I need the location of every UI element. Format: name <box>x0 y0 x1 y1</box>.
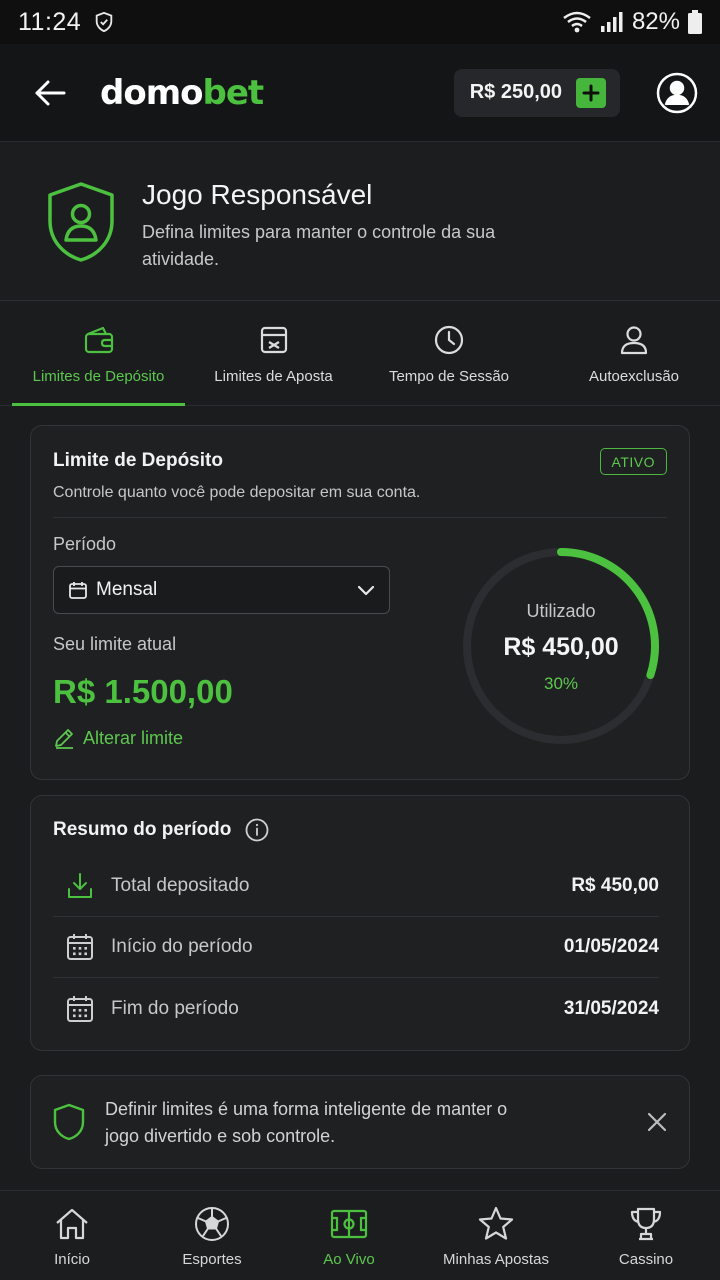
battery-level: 82% <box>631 8 680 35</box>
status-bar: 11:24 82% <box>0 0 720 44</box>
info-icon[interactable] <box>245 818 269 842</box>
period-select[interactable]: Mensal <box>53 566 390 614</box>
download-icon <box>68 873 92 898</box>
deposit-limit-card: Limite de Depósito ATIVO Controle quanto… <box>30 425 690 780</box>
period-value: Mensal <box>96 579 158 600</box>
deposit-limit-subtitle: Controle quanto você pode depositar em s… <box>53 484 421 501</box>
clock-icon <box>434 325 464 355</box>
responsible-gaming-hero: Jogo Responsável Defina limites para man… <box>0 143 720 301</box>
current-limit-value: R$ 1.500,00 <box>53 673 233 710</box>
status-badge: ATIVO <box>599 448 667 475</box>
deposit-limit-title: Limite de Depósito <box>53 450 223 471</box>
brand-logo[interactable]: domobet <box>100 73 264 113</box>
tab-bet-limits[interactable]: Limites de Aposta <box>197 302 350 405</box>
home-icon <box>56 1208 88 1240</box>
shield-user-icon <box>48 182 114 262</box>
used-value: R$ 450,00 <box>503 633 619 661</box>
ticket-icon <box>260 326 287 354</box>
limit-tabs: Limites de Depósito Limites de Aposta Te… <box>0 302 720 406</box>
summary-row-start: Início do período 01/05/2024 <box>53 917 659 978</box>
period-label: Período <box>53 534 117 554</box>
summary-label: Início do período <box>111 936 253 957</box>
nav-home[interactable]: Início <box>22 1191 122 1280</box>
used-percent: 30% <box>543 674 579 693</box>
wifi-icon <box>563 11 591 33</box>
nav-my-bets[interactable]: Minhas Apostas <box>430 1191 562 1280</box>
app-header: domobet R$ 250,00 <box>0 44 720 142</box>
battery-icon <box>688 10 702 34</box>
user-circle-icon <box>656 72 698 113</box>
balance-amount: R$ 250,00 <box>469 81 562 103</box>
status-time: 11:24 <box>18 7 82 36</box>
summary-value: R$ 450,00 <box>571 875 659 896</box>
shield-icon <box>53 1103 85 1141</box>
period-summary-card: Resumo do período Total depositado R$ 45… <box>30 795 690 1051</box>
page-description: Defina limites para manter o controle da… <box>142 222 496 269</box>
trophy-icon <box>630 1207 662 1241</box>
nav-casino[interactable]: Cassino <box>596 1191 696 1280</box>
tab-session-time[interactable]: Tempo de Sessão <box>350 302 548 405</box>
balance-pill[interactable]: R$ 250,00 <box>453 68 620 117</box>
edit-limit-label: Alterar limite <box>83 727 184 748</box>
used-label: Utilizado <box>526 601 596 621</box>
tab-deposit-limits[interactable]: Limites de Depósito <box>0 302 197 406</box>
calendar-icon <box>67 934 93 960</box>
bottom-navigation: Início Esportes Ao Vivo Minhas Apostas C… <box>0 1190 720 1280</box>
wallet-icon <box>84 326 113 354</box>
signal-icon <box>600 12 623 32</box>
field-icon <box>330 1209 368 1239</box>
add-funds-button[interactable] <box>576 77 606 108</box>
plus-icon <box>582 84 600 101</box>
tab-self-exclusion[interactable]: Autoexclusão <box>548 302 720 405</box>
current-limit-label: Seu limite atual <box>53 634 177 654</box>
profile-button[interactable] <box>656 72 698 114</box>
back-button[interactable] <box>22 65 78 121</box>
star-icon <box>478 1206 514 1240</box>
nav-sports[interactable]: Esportes <box>162 1191 262 1280</box>
divider <box>53 517 667 518</box>
user-icon <box>620 326 648 355</box>
nav-live[interactable]: Ao Vivo <box>299 1191 399 1280</box>
chevron-down-icon <box>357 585 375 596</box>
summary-title: Resumo do período <box>53 819 232 840</box>
summary-value: 31/05/2024 <box>563 997 659 1019</box>
summary-label: Total depositado <box>111 875 250 896</box>
calendar-icon <box>69 582 87 599</box>
pencil-icon <box>55 729 73 749</box>
summary-row-total: Total depositado R$ 450,00 <box>53 856 659 917</box>
edit-limit-link[interactable]: Alterar limite <box>53 727 183 749</box>
arrow-left-icon <box>35 80 66 105</box>
summary-label: Fim do período <box>111 997 239 1019</box>
soccer-ball-icon <box>195 1207 229 1241</box>
summary-row-end: Fim do período 31/05/2024 <box>53 978 659 1039</box>
close-icon[interactable] <box>645 1110 669 1134</box>
page-title: Jogo Responsável <box>142 179 373 210</box>
calendar-icon <box>67 995 93 1022</box>
shield-check-icon <box>95 11 113 33</box>
tip-text: Definir limites é uma forma inteligente … <box>105 1099 508 1146</box>
tip-banner: Definir limites é uma forma inteligente … <box>30 1075 690 1169</box>
summary-value: 01/05/2024 <box>563 936 659 957</box>
